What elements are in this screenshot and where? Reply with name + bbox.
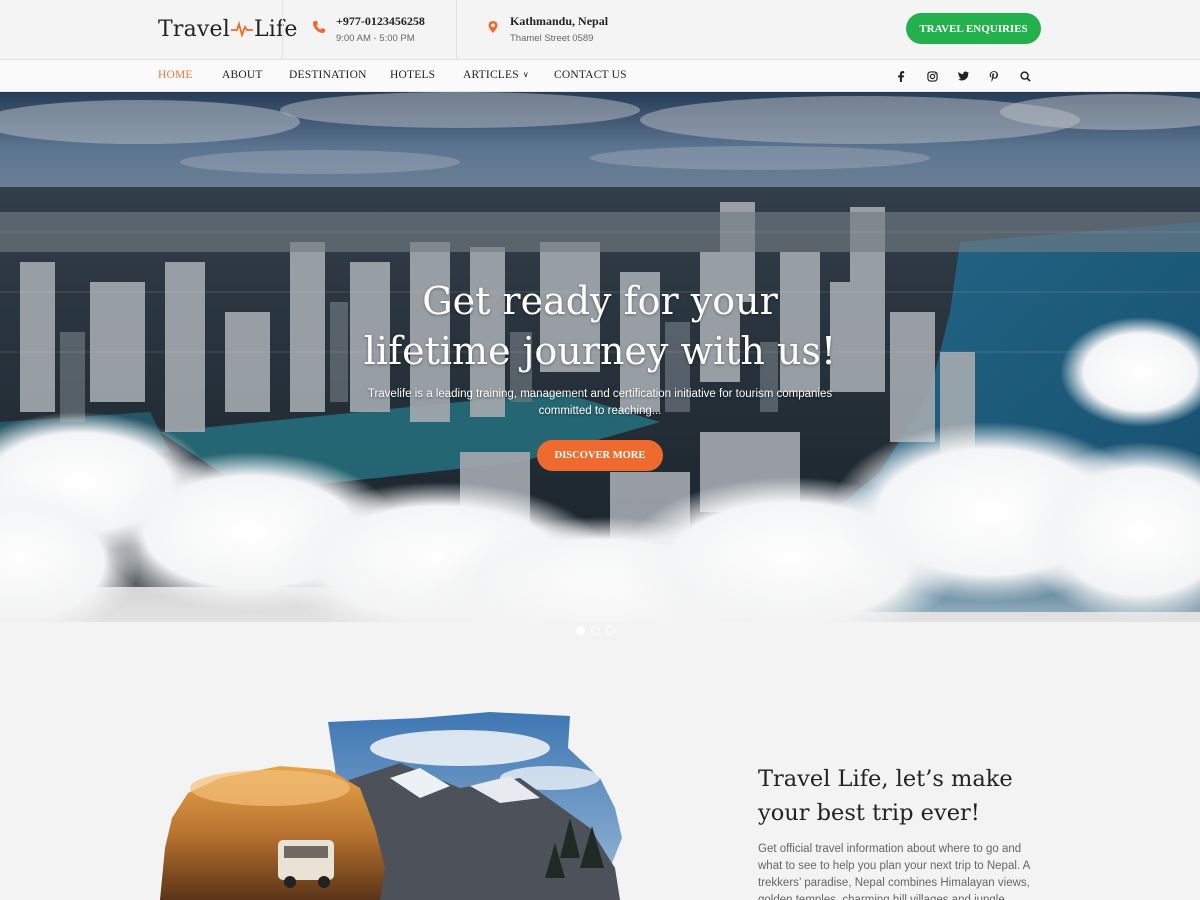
nav-item-about[interactable]: ABOUT: [222, 69, 263, 81]
nav-item-home[interactable]: HOME: [158, 69, 193, 81]
heartbeat-icon: [231, 20, 253, 38]
header-location: Kathmandu, Nepal Thamel Street 0589: [486, 14, 608, 44]
facebook-icon[interactable]: [895, 70, 907, 82]
header-divider: [456, 0, 457, 60]
instagram-icon[interactable]: [926, 70, 938, 82]
phone-number[interactable]: +977-0123456258: [336, 14, 425, 29]
travel-enquiries-button[interactable]: TRAVEL ENQUIRIES: [906, 13, 1041, 44]
nav-item-contact[interactable]: CONTACT US: [554, 69, 627, 81]
slider-dot[interactable]: [591, 626, 600, 635]
about-collage-image: [160, 712, 622, 900]
about-description: Get official travel information about wh…: [758, 843, 1030, 900]
about-title-line-2: your best trip ever!: [758, 800, 980, 826]
site-logo[interactable]: Travel Life: [158, 14, 298, 44]
slider-dot[interactable]: [576, 626, 585, 635]
about-title-line-1: Travel Life, let’s make: [758, 766, 1013, 792]
location-city: Kathmandu, Nepal: [510, 14, 609, 28]
hero-title: Get ready for your lifetime journey with…: [0, 276, 1200, 376]
about-title: Travel Life, let’s make your best trip e…: [758, 762, 1058, 830]
pinterest-icon[interactable]: [988, 70, 1000, 82]
hero-subtitle: Travelife is a leading training, managem…: [367, 388, 833, 417]
chevron-down-icon: ∨: [522, 70, 529, 79]
location-pin-icon: [488, 21, 498, 33]
hero-background-image: [0, 92, 1200, 662]
slider-dots: [576, 626, 615, 635]
hero-slider: Get ready for your lifetime journey with…: [0, 92, 1200, 662]
discover-more-button[interactable]: DISCOVER MORE: [537, 440, 663, 471]
nav-item-articles-label: ARTICLES: [463, 69, 519, 81]
location-street: Thamel Street 0589: [510, 33, 594, 44]
logo-text-travel: Travel: [158, 16, 230, 42]
header-phone: +977-0123456258 9:00 AM - 5:00 PM: [312, 14, 425, 44]
hero-title-line-2: lifetime journey with us!: [363, 329, 837, 373]
slider-dot[interactable]: [606, 626, 615, 635]
nav-item-hotels[interactable]: HOTELS: [390, 69, 435, 81]
nav-item-articles[interactable]: ARTICLES ∨: [463, 69, 529, 81]
office-hours: 9:00 AM - 5:00 PM: [336, 33, 415, 44]
top-header: Travel Life +977-0123456258 9:00 AM - 5:…: [0, 0, 1200, 60]
logo-text-life: Life: [254, 16, 298, 42]
nav-item-destination[interactable]: DESTINATION: [289, 69, 367, 81]
phone-icon: [313, 21, 325, 33]
main-nav: HOME ABOUT DESTINATION HOTELS ARTICLES ∨ …: [0, 60, 1200, 92]
hero-title-line-1: Get ready for your: [422, 279, 778, 323]
search-icon[interactable]: [1019, 70, 1031, 82]
twitter-icon[interactable]: [957, 70, 969, 82]
header-divider: [282, 0, 283, 60]
